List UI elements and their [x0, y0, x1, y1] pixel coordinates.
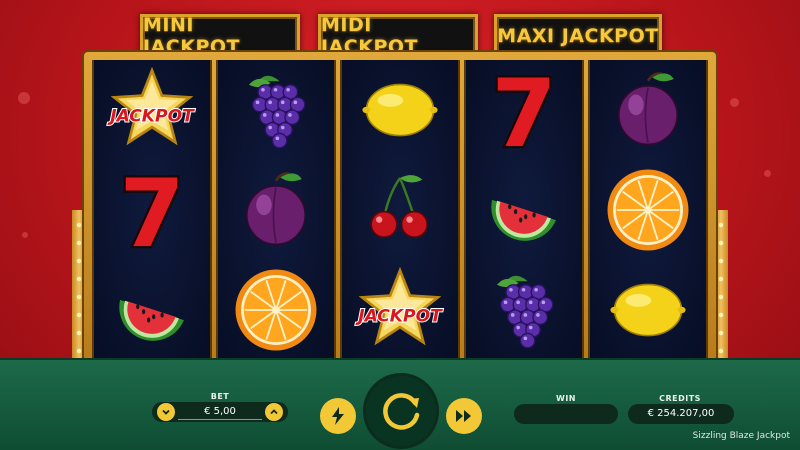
- reel-1: JACKPOT 7: [92, 60, 212, 360]
- reel-cell-plum: [590, 60, 706, 160]
- jackpot-star-icon: JACKPOT: [354, 266, 444, 346]
- grapes-icon: [249, 75, 306, 149]
- bet-decrease-button[interactable]: [157, 403, 175, 421]
- reel-cell-jackpot: JACKPOT: [94, 60, 210, 160]
- watermelon-icon: [119, 299, 184, 341]
- reel-cell-grapes: [466, 260, 582, 360]
- right-light-post: [714, 210, 728, 360]
- bokeh-light: [18, 92, 30, 104]
- credits-label: CREDITS: [659, 394, 701, 403]
- seven-text: 7: [119, 165, 184, 255]
- spin-button[interactable]: [366, 376, 436, 446]
- bokeh-light: [22, 232, 28, 238]
- lemon-icon: [610, 283, 686, 337]
- reel-5: [588, 60, 708, 360]
- reel-cell-watermelon: [94, 260, 210, 360]
- win-display: [514, 404, 618, 424]
- bokeh-light: [730, 98, 739, 107]
- reel-cell-jackpot: JACKPOT: [342, 260, 458, 360]
- maxi-jackpot-label: MAXI JACKPOT: [497, 25, 659, 47]
- reel-2: [216, 60, 336, 360]
- reel-cell-watermelon: [466, 160, 582, 260]
- chevron-up-icon: [270, 409, 278, 415]
- reel-cell-orange: [218, 260, 334, 360]
- reel-cell-cherries: [342, 160, 458, 260]
- reel-cell-grapes: [218, 60, 334, 160]
- credits-value: € 254.207,00: [647, 408, 715, 419]
- bokeh-light: [764, 170, 771, 177]
- orange-slice-icon: [235, 269, 317, 351]
- bet-label: BET: [210, 392, 230, 401]
- chevron-down-icon: [162, 409, 170, 415]
- jackpot-text: JACKPOT: [355, 307, 443, 327]
- autoplay-button[interactable]: [446, 398, 482, 434]
- reel-cell-orange: [590, 160, 706, 260]
- plum-icon: [245, 172, 307, 246]
- reel-cell-lemon: [590, 260, 706, 360]
- bet-value: € 5,00: [178, 404, 262, 420]
- grapes-icon: [497, 275, 554, 349]
- lemon-icon: [362, 83, 438, 137]
- turbo-button[interactable]: [320, 398, 356, 434]
- reel-cell-seven: 7: [94, 160, 210, 260]
- watermelon-icon: [491, 199, 556, 241]
- reel-cell-lemon: [342, 60, 458, 160]
- win-label: WIN: [556, 394, 576, 403]
- jackpot-star-icon: JACKPOT: [106, 66, 196, 146]
- game-title: Sizzling Blaze Jackpot: [692, 431, 790, 441]
- cherries-icon: [370, 175, 428, 238]
- reel-cell-seven: 7: [466, 60, 582, 160]
- reel-4: 7: [464, 60, 584, 360]
- credits-display: € 254.207,00: [628, 404, 734, 424]
- seven-text: 7: [491, 65, 556, 155]
- lightning-icon: [332, 407, 344, 425]
- orange-slice-icon: [607, 169, 689, 251]
- jackpot-text: JACKPOT: [107, 107, 195, 127]
- lucky-seven-icon: 7: [489, 65, 559, 155]
- lucky-seven-icon: 7: [117, 165, 187, 255]
- bet-increase-button[interactable]: [265, 403, 283, 421]
- plum-icon: [617, 72, 679, 146]
- reel-cell-plum: [218, 160, 334, 260]
- spin-arrow-icon: [383, 393, 420, 430]
- reel-3: JACKPOT: [340, 60, 460, 360]
- fast-forward-icon: [456, 410, 471, 422]
